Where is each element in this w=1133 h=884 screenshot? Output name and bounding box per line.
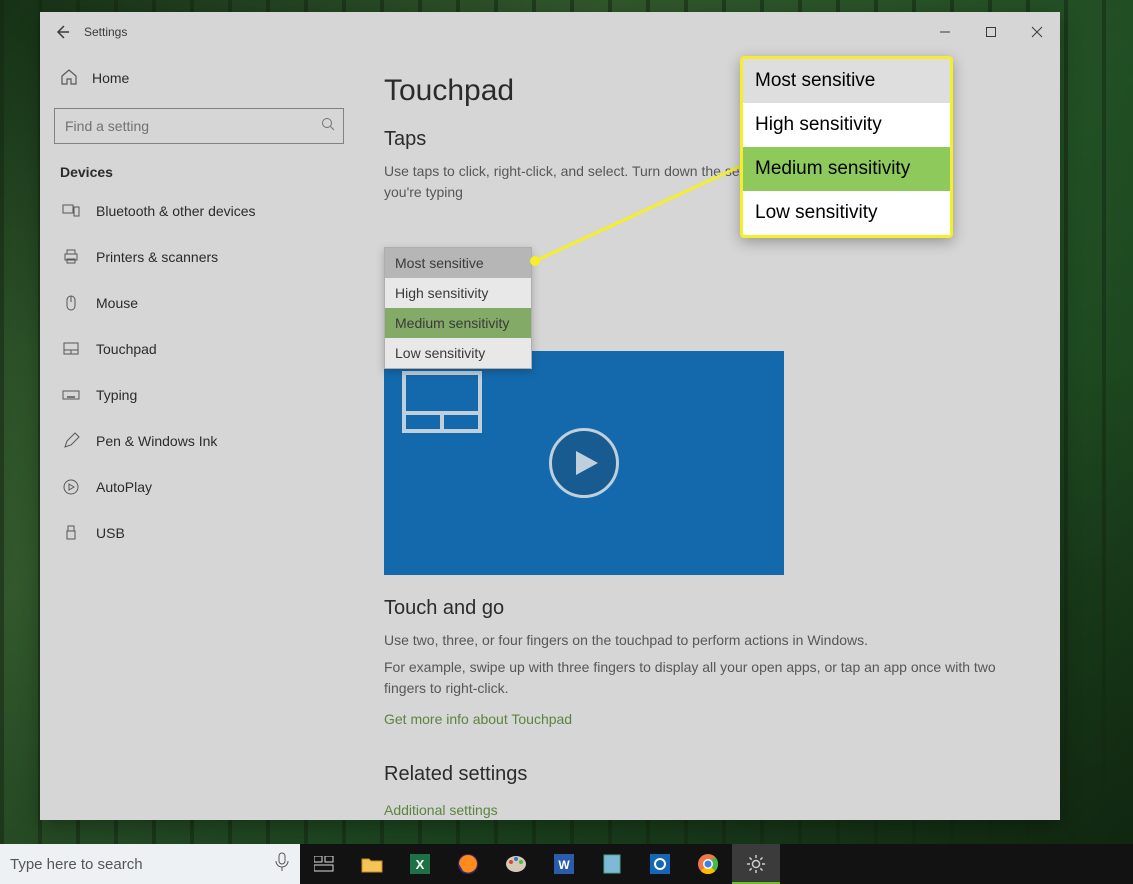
- gear-icon: [746, 854, 766, 874]
- sidebar: Home Devices Bluetooth & other devices P…: [40, 52, 358, 820]
- pen-icon: [60, 432, 82, 450]
- outlook-icon: [650, 854, 670, 874]
- taskbar-settings[interactable]: [732, 844, 780, 884]
- sidebar-item-bluetooth[interactable]: Bluetooth & other devices: [54, 188, 344, 234]
- touchpad-icon: [400, 369, 484, 440]
- maximize-icon: [985, 26, 997, 38]
- maximize-button[interactable]: [968, 12, 1014, 52]
- taskbar-word[interactable]: W: [540, 844, 588, 884]
- arrow-left-icon: [54, 24, 70, 40]
- keyboard-icon: [60, 386, 82, 404]
- callout-option: Low sensitivity: [743, 191, 950, 235]
- sidebar-item-label: Printers & scanners: [96, 249, 218, 265]
- sidebar-item-label: USB: [96, 525, 125, 541]
- firefox-icon: [457, 853, 479, 875]
- play-button[interactable]: [549, 428, 619, 498]
- sidebar-item-autoplay[interactable]: AutoPlay: [54, 464, 344, 510]
- usb-icon: [60, 524, 82, 542]
- sidebar-item-pen[interactable]: Pen & Windows Ink: [54, 418, 344, 464]
- taskbar-outlook[interactable]: [636, 844, 684, 884]
- task-view-button[interactable]: [300, 844, 348, 884]
- sidebar-item-label: Touchpad: [96, 341, 157, 357]
- touch-desc-2: For example, swipe up with three fingers…: [384, 657, 1024, 699]
- dropdown-option-selected[interactable]: Medium sensitivity: [385, 308, 531, 338]
- sidebar-item-mouse[interactable]: Mouse: [54, 280, 344, 326]
- svg-text:X: X: [416, 857, 425, 872]
- taskbar-search-placeholder: Type here to search: [10, 856, 143, 873]
- taskbar-search[interactable]: Type here to search: [0, 844, 300, 884]
- touch-desc-1: Use two, three, or four fingers on the t…: [384, 630, 1024, 651]
- minimize-icon: [939, 26, 951, 38]
- microphone-icon[interactable]: [274, 852, 290, 876]
- dropdown-option[interactable]: Low sensitivity: [385, 338, 531, 368]
- callout-option: High sensitivity: [743, 103, 950, 147]
- dropdown-option[interactable]: High sensitivity: [385, 278, 531, 308]
- taskbar-excel[interactable]: X: [396, 844, 444, 884]
- close-button[interactable]: [1014, 12, 1060, 52]
- svg-text:W: W: [558, 858, 570, 872]
- word-icon: W: [554, 854, 574, 874]
- taskbar-paint[interactable]: [492, 844, 540, 884]
- sidebar-item-label: Bluetooth & other devices: [96, 203, 256, 219]
- taskbar: Type here to search X W: [0, 844, 1133, 884]
- touchpad-icon: [60, 340, 82, 358]
- section-related-heading: Related settings: [384, 763, 1034, 786]
- notepad-icon: [603, 854, 621, 874]
- search-icon: [321, 117, 335, 136]
- sidebar-home-label: Home: [92, 70, 129, 86]
- sensitivity-dropdown[interactable]: Most sensitive High sensitivity Medium s…: [384, 247, 532, 369]
- taskbar-chrome[interactable]: [684, 844, 732, 884]
- sidebar-home[interactable]: Home: [54, 56, 344, 100]
- taskbar-firefox[interactable]: [444, 844, 492, 884]
- home-icon: [60, 68, 78, 89]
- sidebar-item-label: Typing: [96, 387, 137, 403]
- sidebar-category: Devices: [60, 164, 344, 180]
- excel-icon: X: [410, 854, 430, 874]
- sidebar-item-touchpad[interactable]: Touchpad: [54, 326, 344, 372]
- minimize-button[interactable]: [922, 12, 968, 52]
- search-input[interactable]: [63, 117, 321, 135]
- callout-option: Most sensitive: [743, 59, 950, 103]
- callout-dropdown-zoom: Most sensitive High sensitivity Medium s…: [740, 56, 953, 238]
- printer-icon: [60, 248, 82, 266]
- close-icon: [1031, 26, 1043, 38]
- mouse-icon: [60, 294, 82, 312]
- main-content: Touchpad Taps Use taps to click, right-c…: [358, 52, 1060, 820]
- additional-settings-link[interactable]: Additional settings: [384, 802, 498, 818]
- sidebar-item-label: Pen & Windows Ink: [96, 433, 217, 449]
- callout-option: Medium sensitivity: [743, 147, 950, 191]
- sidebar-item-label: AutoPlay: [96, 479, 152, 495]
- taskbar-notepad[interactable]: [588, 844, 636, 884]
- chrome-icon: [697, 853, 719, 875]
- back-button[interactable]: [40, 12, 84, 52]
- play-icon: [574, 449, 600, 477]
- sidebar-item-printers[interactable]: Printers & scanners: [54, 234, 344, 280]
- window-title: Settings: [84, 25, 127, 39]
- section-touch-heading: Touch and go: [384, 597, 1034, 620]
- palette-icon: [505, 854, 527, 874]
- demo-video[interactable]: [384, 351, 784, 575]
- dropdown-option[interactable]: Most sensitive: [385, 248, 531, 278]
- autoplay-icon: [60, 478, 82, 496]
- sidebar-item-label: Mouse: [96, 295, 138, 311]
- sidebar-search[interactable]: [54, 108, 344, 144]
- folder-icon: [361, 855, 383, 873]
- touchpad-info-link[interactable]: Get more info about Touchpad: [384, 711, 572, 727]
- sidebar-item-typing[interactable]: Typing: [54, 372, 344, 418]
- devices-icon: [60, 202, 82, 220]
- sidebar-item-usb[interactable]: USB: [54, 510, 344, 556]
- task-view-icon: [314, 856, 334, 872]
- titlebar: Settings: [40, 12, 1060, 52]
- taskbar-file-explorer[interactable]: [348, 844, 396, 884]
